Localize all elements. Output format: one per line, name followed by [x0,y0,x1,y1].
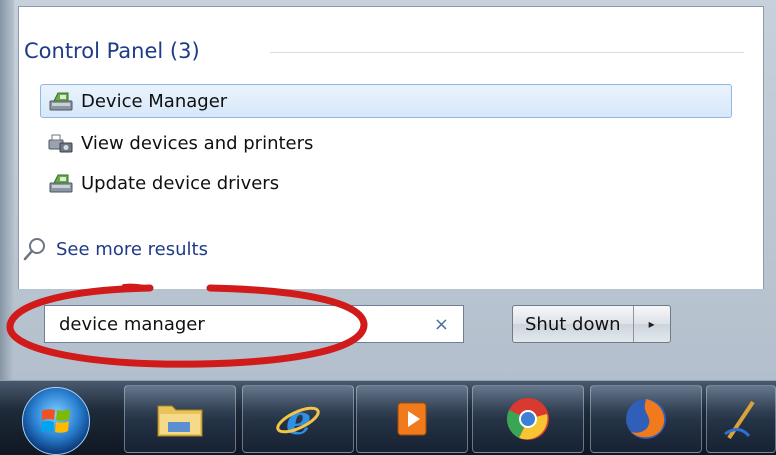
shutdown-options-arrow-icon[interactable]: ▸ [634,306,670,342]
media-player-icon [397,402,427,436]
see-more-label: See more results [56,238,208,260]
taskbar-media[interactable] [356,385,468,453]
clear-search-icon[interactable]: × [434,314,449,335]
section-title: Control Panel (3) [24,39,200,63]
folder-icon [157,405,203,437]
taskbar: e [0,380,776,455]
chrome-icon [506,398,549,440]
taskbar-chrome[interactable] [472,385,584,453]
start-menu: Control Panel (3) Device Manager View de… [0,0,776,380]
start-button[interactable] [22,387,90,455]
taskbar-explorer[interactable] [124,385,236,453]
see-more-results-link[interactable]: See more results [22,234,208,264]
svg-text:e: e [286,397,311,444]
start-search-box[interactable]: × [44,305,464,343]
internet-explorer-icon: e [276,397,320,444]
section-divider [270,52,744,53]
search-input[interactable] [59,313,399,335]
result-device-manager[interactable]: Device Manager [40,84,732,118]
taskbar-firefox[interactable] [590,385,702,453]
windows-logo-icon [41,409,70,433]
device-manager-icon [49,92,73,111]
section-header: Control Panel (3) [24,36,200,66]
shutdown-button[interactable]: Shut down [513,306,634,342]
firefox-icon [626,399,666,439]
taskbar-paint[interactable] [706,385,776,453]
search-icon [23,238,45,261]
taskbar-ie[interactable]: e [242,385,354,453]
shutdown-split-button: Shut down ▸ [512,305,671,343]
device-manager-icon [49,174,73,193]
start-menu-edge [0,0,14,380]
result-view-devices-printers[interactable]: View devices and printers [40,126,732,160]
result-label: Update device drivers [81,172,280,194]
pen-tool-icon [724,400,755,440]
result-label: Device Manager [81,90,228,112]
result-update-device-drivers[interactable]: Update device drivers [40,166,732,200]
result-label: View devices and printers [81,132,314,154]
devices-printers-icon [48,134,73,153]
